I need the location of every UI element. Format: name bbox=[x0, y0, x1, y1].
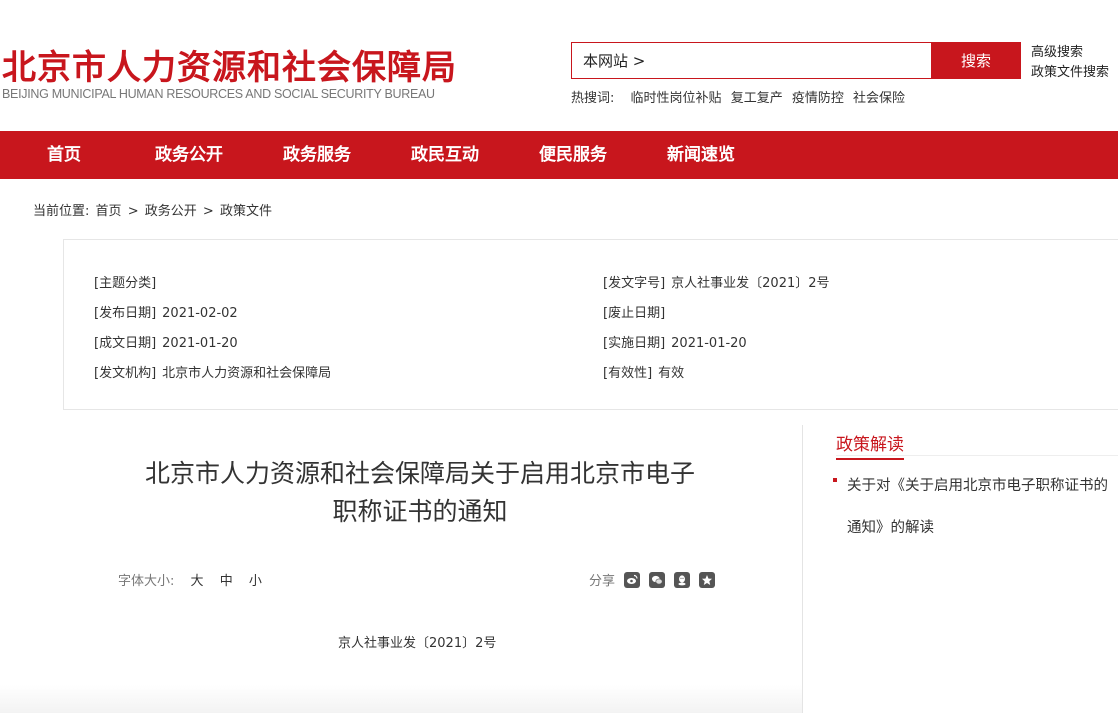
qzone-icon[interactable] bbox=[699, 571, 716, 588]
meta-written-date-label: [成文日期] bbox=[94, 336, 157, 351]
meta-written-date: [成文日期] 2021-01-20 bbox=[94, 332, 238, 351]
meta-issuer-value: 北京市人力资源和社会保障局 bbox=[162, 366, 332, 381]
article-title-line: 北京市人力资源和社会保障局关于启用北京市电子 bbox=[144, 459, 695, 488]
meta-issuer: [发文机构] 北京市人力资源和社会保障局 bbox=[94, 362, 331, 381]
search-box[interactable] bbox=[571, 42, 931, 79]
meta-validity: [有效性] 有效 bbox=[603, 362, 684, 381]
breadcrumb-separator: > bbox=[202, 204, 214, 219]
qq-icon[interactable] bbox=[674, 571, 691, 588]
meta-doc-number-value: 京人社事业发〔2021〕2号 bbox=[671, 276, 830, 291]
meta-validity-value: 有效 bbox=[658, 366, 685, 381]
advanced-search-link[interactable]: 高级搜索 bbox=[1031, 43, 1109, 63]
nav-item-gov-services[interactable]: 政务服务 bbox=[283, 131, 351, 179]
font-size-medium[interactable]: 中 bbox=[220, 574, 233, 589]
content-bottom-fade bbox=[0, 685, 802, 713]
meta-abolish-date: [废止日期] bbox=[603, 302, 671, 321]
site-logo-en: BEIJING MUNICIPAL HUMAN RESOURCES AND SO… bbox=[2, 87, 435, 101]
meta-topic-label: [主题分类] bbox=[94, 276, 157, 291]
meta-publish-date-label: [发布日期] bbox=[94, 306, 157, 321]
meta-topic: [主题分类] bbox=[94, 272, 162, 291]
hotword-link[interactable]: 复工复产 bbox=[731, 91, 783, 106]
breadcrumb-separator: > bbox=[127, 204, 139, 219]
policy-interpretation-link[interactable]: 关于对《关于启用北京市电子职称证书的通知》的解读 bbox=[847, 465, 1112, 549]
breadcrumb-item-gov-affairs[interactable]: 政务公开 bbox=[145, 204, 197, 219]
hotwords-bar: 热搜词: 临时性岗位补贴 复工复产 疫情防控 社会保险 bbox=[571, 87, 910, 106]
meta-effective-date-value: 2021-01-20 bbox=[671, 336, 747, 351]
article-title-line: 职称证书的通知 bbox=[332, 497, 508, 526]
meta-doc-number-label: [发文字号] bbox=[603, 276, 666, 291]
breadcrumb-item-policy-docs[interactable]: 政策文件 bbox=[220, 204, 272, 219]
font-size-small[interactable]: 小 bbox=[249, 574, 262, 589]
meta-validity-label: [有效性] bbox=[603, 366, 653, 381]
breadcrumb: 当前位置: 首页 > 政务公开 > 政策文件 bbox=[33, 200, 274, 219]
hotword-link[interactable]: 疫情防控 bbox=[792, 91, 844, 106]
nav-item-gov-affairs[interactable]: 政务公开 bbox=[155, 131, 223, 179]
meta-publish-date-value: 2021-02-02 bbox=[162, 306, 238, 321]
article-doc-number: 京人社事业发〔2021〕2号 bbox=[338, 636, 497, 651]
nav-item-interaction[interactable]: 政民互动 bbox=[411, 131, 479, 179]
share-label: 分享 bbox=[589, 574, 616, 589]
meta-effective-date-label: [实施日期] bbox=[603, 336, 666, 351]
meta-effective-date: [实施日期] 2021-01-20 bbox=[603, 332, 747, 351]
share-bar: 分享 bbox=[589, 570, 716, 589]
breadcrumb-item-home[interactable]: 首页 bbox=[96, 204, 122, 219]
search-input[interactable] bbox=[572, 43, 931, 78]
site-logo-cn[interactable]: 北京市人力资源和社会保障局 bbox=[2, 40, 457, 89]
policy-search-link[interactable]: 政策文件搜索 bbox=[1031, 63, 1109, 83]
font-size-large[interactable]: 大 bbox=[191, 574, 204, 589]
hotword-link[interactable]: 临时性岗位补贴 bbox=[631, 91, 722, 106]
hotword-link[interactable]: 社会保险 bbox=[853, 91, 905, 106]
meta-written-date-value: 2021-01-20 bbox=[162, 336, 238, 351]
advanced-links: 高级搜索 政策文件搜索 bbox=[1031, 43, 1109, 83]
nav-item-home[interactable]: 首页 bbox=[47, 131, 81, 179]
document-meta-box: [主题分类] [发文字号] 京人社事业发〔2021〕2号 [发布日期] 2021-0… bbox=[63, 239, 1118, 410]
article-title: 北京市人力资源和社会保障局关于启用北京市电子 职称证书的通知 bbox=[90, 455, 750, 531]
search-button[interactable]: 搜索 bbox=[931, 42, 1021, 79]
bullet-icon bbox=[833, 478, 837, 482]
column-divider bbox=[802, 425, 803, 713]
meta-abolish-date-label: [废止日期] bbox=[603, 306, 666, 321]
nav-item-news[interactable]: 新闻速览 bbox=[667, 131, 735, 179]
font-size-label: 字体大小: bbox=[118, 574, 175, 589]
meta-doc-number: [发文字号] 京人社事业发〔2021〕2号 bbox=[603, 272, 830, 291]
hotwords-label: 热搜词: bbox=[571, 91, 615, 106]
weibo-icon[interactable] bbox=[624, 571, 641, 588]
meta-issuer-label: [发文机构] bbox=[94, 366, 157, 381]
meta-publish-date: [发布日期] 2021-02-02 bbox=[94, 302, 238, 321]
nav-item-public-services[interactable]: 便民服务 bbox=[539, 131, 607, 179]
sidebar-divider bbox=[836, 455, 1118, 456]
breadcrumb-label: 当前位置: bbox=[33, 204, 90, 219]
wechat-icon[interactable] bbox=[649, 571, 666, 588]
font-size-bar: 字体大小: 大 中 小 bbox=[118, 570, 262, 589]
main-nav: 首页 政务公开 政务服务 政民互动 便民服务 新闻速览 bbox=[0, 131, 1118, 179]
